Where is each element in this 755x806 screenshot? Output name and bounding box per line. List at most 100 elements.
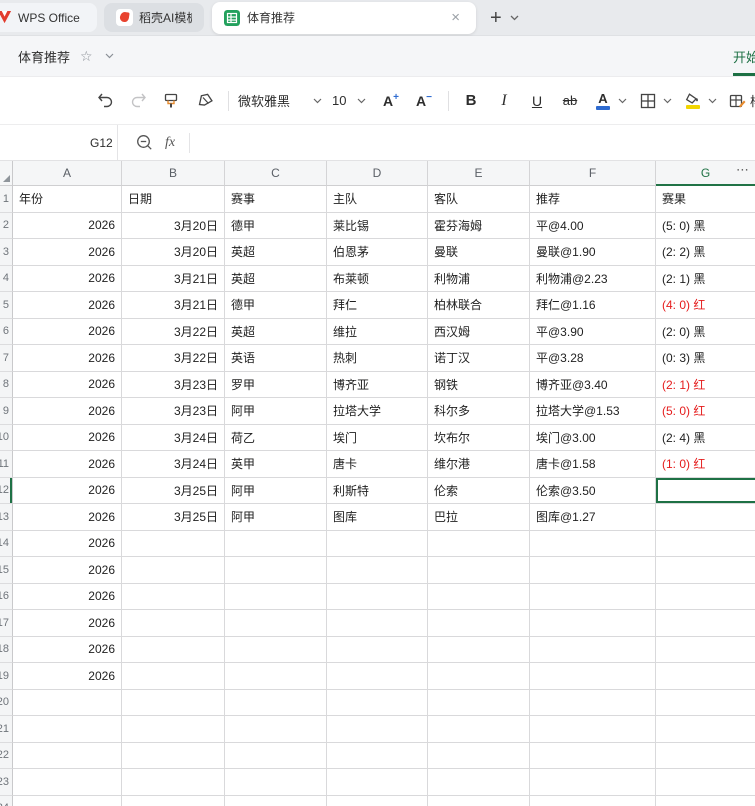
cell[interactable] [656, 584, 755, 610]
cell[interactable] [122, 663, 225, 690]
cell[interactable]: 阿甲 [225, 504, 327, 531]
cell[interactable] [530, 557, 656, 584]
row-header[interactable]: 6 [0, 318, 13, 345]
cell[interactable]: 2026 [13, 398, 122, 425]
tab-docer-ai[interactable]: 稻壳AI模板 [104, 3, 204, 32]
cell[interactable] [225, 742, 327, 769]
cell[interactable]: 唐卡@1.58 [530, 451, 656, 478]
format-painter-icon[interactable] [158, 87, 184, 115]
cell[interactable] [530, 795, 656, 806]
cell[interactable]: 2026 [13, 504, 122, 531]
italic-button[interactable]: I [491, 87, 517, 115]
cell[interactable]: 布莱顿 [327, 265, 428, 292]
cell[interactable]: 维拉 [327, 318, 428, 345]
column-header-d[interactable]: D [327, 161, 428, 186]
cell[interactable]: 博齐亚@3.40 [530, 371, 656, 398]
cell[interactable]: 3月25日 [122, 477, 225, 504]
cell[interactable]: 日期 [122, 186, 225, 213]
column-header-c[interactable]: C [225, 161, 327, 186]
cell[interactable]: 德甲 [225, 292, 327, 319]
cell[interactable]: 赛事 [225, 186, 327, 213]
cell[interactable] [13, 795, 122, 806]
underline-button[interactable]: U [524, 87, 550, 115]
cell[interactable]: 平@3.28 [530, 345, 656, 372]
cell[interactable]: 2026 [13, 557, 122, 584]
cell[interactable] [428, 530, 530, 557]
cell[interactable]: (2: 2) 黑 [656, 239, 755, 266]
cell[interactable] [327, 663, 428, 690]
cell[interactable] [327, 583, 428, 610]
increase-font-button[interactable]: A + [378, 87, 404, 115]
row-header[interactable]: 20 [0, 689, 13, 716]
cell[interactable] [656, 769, 755, 796]
cell[interactable]: 图库@1.27 [530, 504, 656, 531]
redo-button[interactable] [125, 87, 151, 115]
more-columns-button[interactable]: ⋯ [736, 162, 750, 178]
cell[interactable]: (0: 3) 黑 [656, 345, 755, 372]
cell[interactable] [428, 795, 530, 806]
borders-chevron-icon[interactable] [663, 98, 672, 104]
column-header-a[interactable]: A [13, 161, 122, 186]
cell[interactable]: 3月23日 [122, 371, 225, 398]
cell[interactable]: 3月24日 [122, 424, 225, 451]
cell[interactable] [656, 716, 755, 743]
cell[interactable] [530, 610, 656, 637]
cell[interactable] [656, 743, 755, 769]
cell[interactable]: 2026 [13, 212, 122, 239]
cell[interactable]: 博齐亚 [327, 371, 428, 398]
tab-list-chevron-icon[interactable] [510, 15, 519, 21]
cell[interactable]: 客队 [428, 186, 530, 213]
cell[interactable] [225, 689, 327, 716]
cell[interactable]: 伦索@3.50 [530, 477, 656, 504]
cell-style-button[interactable]: 样式 [729, 91, 755, 110]
cell[interactable] [428, 557, 530, 584]
cell[interactable] [122, 742, 225, 769]
row-header[interactable]: 5 [0, 292, 13, 319]
row-header[interactable]: 21 [0, 716, 13, 743]
cell[interactable]: 利物浦 [428, 265, 530, 292]
cell[interactable]: (2: 1) 黑 [656, 266, 755, 292]
row-header[interactable]: 4 [0, 265, 13, 292]
row-header[interactable]: 12 [0, 477, 13, 504]
row-header[interactable]: 1 [0, 186, 13, 213]
cell[interactable]: 英语 [225, 345, 327, 372]
cell[interactable] [122, 530, 225, 557]
cell[interactable] [656, 637, 755, 663]
cell[interactable]: 2026 [13, 292, 122, 319]
row-header[interactable]: 17 [0, 610, 13, 637]
cell[interactable]: (1: 0) 红 [656, 451, 755, 478]
cell[interactable]: 拉塔大学@1.53 [530, 398, 656, 425]
cell[interactable] [530, 636, 656, 663]
cell[interactable]: 2026 [13, 610, 122, 637]
cell[interactable] [428, 583, 530, 610]
row-header[interactable]: 13 [0, 504, 13, 531]
cell[interactable] [122, 716, 225, 743]
cell[interactable]: 英超 [225, 318, 327, 345]
cell[interactable]: 3月24日 [122, 451, 225, 478]
cell[interactable]: 3月22日 [122, 345, 225, 372]
cell[interactable] [225, 663, 327, 690]
cell[interactable] [13, 716, 122, 743]
cell[interactable] [122, 583, 225, 610]
cell[interactable]: 赛果 [656, 186, 755, 213]
cell[interactable]: 霍芬海姆 [428, 212, 530, 239]
cell[interactable] [122, 795, 225, 806]
cell[interactable]: 2026 [13, 424, 122, 451]
column-header-f[interactable]: F [530, 161, 656, 186]
borders-button[interactable] [635, 87, 661, 115]
cell[interactable]: 莱比锡 [327, 212, 428, 239]
cell[interactable]: 年份 [13, 186, 122, 213]
cell[interactable]: 坎布尔 [428, 424, 530, 451]
cell[interactable]: 2026 [13, 636, 122, 663]
title-chevron-icon[interactable] [105, 53, 114, 59]
decrease-font-button[interactable]: A − [411, 87, 437, 115]
cell[interactable]: 2026 [13, 451, 122, 478]
cell[interactable]: 3月20日 [122, 212, 225, 239]
cell[interactable]: 拜仁@1.16 [530, 292, 656, 319]
cell[interactable]: 推荐 [530, 186, 656, 213]
cell[interactable]: 维尔港 [428, 451, 530, 478]
cell[interactable]: 曼联@1.90 [530, 239, 656, 266]
cell[interactable] [122, 636, 225, 663]
cell[interactable]: (2: 1) 红 [656, 372, 755, 398]
close-tab-icon[interactable]: × [447, 8, 464, 27]
